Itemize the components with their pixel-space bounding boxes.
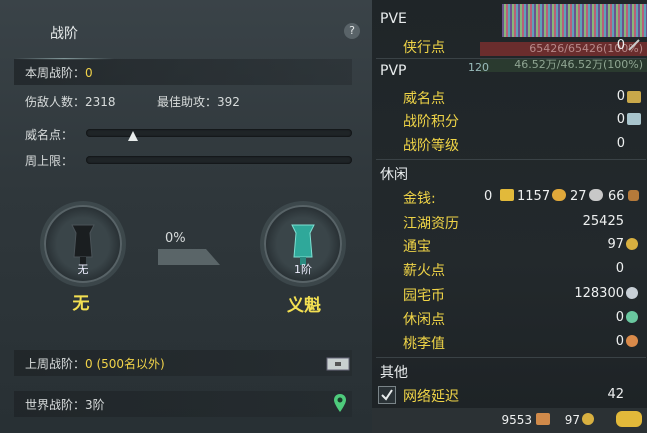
buff-bar	[502, 4, 647, 37]
current-rank-small: 无	[77, 263, 89, 276]
divider	[376, 159, 646, 160]
chest-icon[interactable]	[326, 355, 350, 371]
latency-value: 42	[607, 387, 624, 402]
pvp-item-value: 0	[616, 89, 625, 104]
money-value-3: 66	[608, 189, 625, 204]
leisure-title: 休闲	[380, 167, 408, 183]
next-rank-name: 义魁	[287, 296, 321, 316]
footer-value-a: 9553	[501, 413, 532, 427]
pvp-title: PVP	[380, 63, 407, 79]
pvp-item-value: 0	[616, 112, 625, 127]
leisure-item-value: 0	[615, 310, 624, 325]
current-rank-medal: 无	[44, 205, 122, 283]
leisure-item-value: 97	[607, 237, 624, 252]
money-value-0: 0	[484, 189, 493, 204]
assist-value: 392	[217, 95, 240, 109]
leisure-item-tongbao: 通宝	[403, 239, 431, 255]
location-pin-icon[interactable]	[333, 393, 347, 413]
week-limit-label: 周上限：	[25, 154, 74, 168]
weiming-icon	[627, 91, 641, 103]
last-week-row: 上周战阶：0 (500名以外)	[25, 355, 165, 372]
yuanzhai-coin-icon	[626, 287, 638, 299]
world-rank-label: 世界战阶：	[25, 398, 86, 412]
peach-icon	[626, 335, 638, 347]
currency-panel: 65426/65426(100%) 46.52万/46.52万(100%) 12…	[372, 0, 647, 433]
pvp-item-level: 战阶等级	[403, 138, 459, 154]
footer-coin-icon	[582, 413, 594, 425]
pve-title: PVE	[380, 11, 407, 27]
panel-title: 战阶	[50, 26, 78, 42]
gold-ingot-icon	[500, 189, 514, 201]
defeated-label: 伤敌人数：	[25, 95, 86, 109]
footer-bar: 9553 97	[372, 408, 647, 433]
help-icon[interactable]: ?	[344, 23, 360, 39]
weiming-bar	[86, 129, 352, 137]
leisure-item-value: 128300	[574, 286, 624, 301]
pvp-item-weiming: 威名点	[403, 91, 445, 107]
leisure-item-xinhuo: 薪火点	[403, 263, 445, 279]
world-rank-value: 3阶	[85, 398, 105, 412]
leisure-item-value: 25425	[582, 214, 624, 229]
weekly-rank-label: 本周战阶：	[25, 66, 86, 80]
weiming-marker-icon	[128, 131, 138, 141]
leisure-item-value: 0	[615, 334, 624, 349]
money-label: 金钱:	[403, 191, 436, 207]
week-limit-bar	[86, 156, 352, 164]
leisure-point-icon	[626, 311, 638, 323]
weekly-rank-value: 0	[85, 66, 93, 80]
copper-coin-icon	[628, 190, 639, 201]
leisure-item-xiuxian: 休闲点	[403, 312, 445, 328]
assist-stat: 最佳助攻：392	[157, 93, 240, 110]
gold-ingot-icon[interactable]	[616, 411, 642, 427]
silver-coin-icon	[589, 189, 603, 201]
footer-value-b: 97	[564, 413, 580, 427]
leisure-item-value: 0	[615, 261, 624, 276]
mp-bar: 46.52万/46.52万(100%)	[480, 58, 647, 72]
leisure-item-taoli: 桃李值	[403, 336, 445, 352]
gold-coin-icon	[552, 189, 566, 201]
leisure-item-yuanzhai: 园宅币	[403, 288, 445, 304]
last-week-label: 上周战阶：	[25, 357, 86, 371]
sword-icon	[628, 39, 640, 51]
latency-label: 网络延迟	[403, 389, 459, 405]
leisure-item-jianghu: 江湖资历	[403, 216, 459, 232]
divider	[376, 58, 646, 59]
tongbao-coin-icon	[626, 238, 638, 250]
pvp-item-value: 0	[616, 136, 625, 151]
current-rank-name: 无	[72, 294, 90, 314]
battle-rank-panel: 战阶 ? 本周战阶：0 伤敌人数：2318 最佳助攻：392 威名点： 周上限：…	[0, 0, 372, 433]
world-rank-row: 世界战阶：3阶	[25, 396, 105, 413]
defeated-value: 2318	[85, 95, 116, 109]
weekly-rank-row: 本周战阶：0	[25, 64, 93, 81]
pve-item-xiaxing: 侠行点	[403, 40, 445, 56]
defeated-stat: 伤敌人数：2318	[25, 93, 116, 110]
progress-arrow-icon	[158, 249, 220, 265]
level-text: 120	[468, 61, 489, 74]
crystal-icon	[627, 113, 641, 125]
next-rank-medal: 1阶	[264, 205, 342, 283]
pve-item-value: 0	[616, 38, 625, 53]
weiming-label: 威名点：	[25, 128, 74, 142]
panel-header: 战阶	[0, 14, 372, 60]
next-rank-small: 1阶	[294, 263, 312, 276]
other-title: 其他	[380, 365, 408, 381]
last-week-value: 0 (500名以外)	[85, 357, 165, 371]
latency-checkbox[interactable]	[378, 386, 396, 404]
money-value-1: 1157	[517, 189, 551, 204]
pvp-item-score: 战阶积分	[403, 114, 459, 130]
divider	[376, 357, 646, 358]
checkmark-icon	[381, 389, 393, 401]
progress-percent: 0%	[165, 231, 186, 246]
footer-item-icon	[536, 413, 550, 425]
assist-label: 最佳助攻：	[157, 95, 218, 109]
